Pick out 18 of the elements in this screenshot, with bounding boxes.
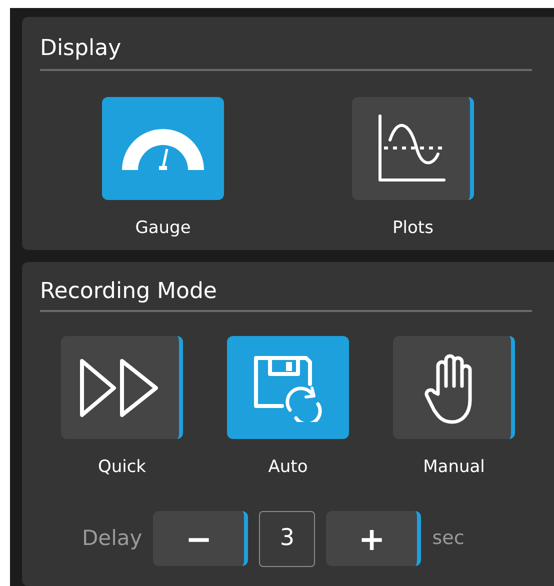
mode-label: Auto: [268, 456, 308, 479]
mode-button[interactable]: [393, 336, 515, 439]
mode-label: Manual: [423, 456, 485, 479]
mode-button[interactable]: [61, 336, 183, 439]
delay-value-field[interactable]: 3: [259, 510, 316, 566]
line-chart-icon: [376, 114, 446, 184]
panel-title: Display: [40, 35, 122, 63]
gauge-icon: [120, 126, 206, 170]
mode-label: Plots: [392, 217, 434, 240]
mode-button[interactable]: [352, 97, 474, 200]
unit-label: sec: [432, 526, 464, 552]
mode-label: Quick: [98, 456, 146, 479]
increment-button[interactable]: +: [326, 511, 422, 566]
panel-title: Recording Mode: [40, 278, 218, 306]
delay-label: Delay: [82, 524, 142, 552]
decrement-button[interactable]: −: [153, 511, 248, 566]
mode-label: Gauge: [135, 217, 191, 240]
floppy-disk-refresh-icon: [252, 354, 324, 422]
